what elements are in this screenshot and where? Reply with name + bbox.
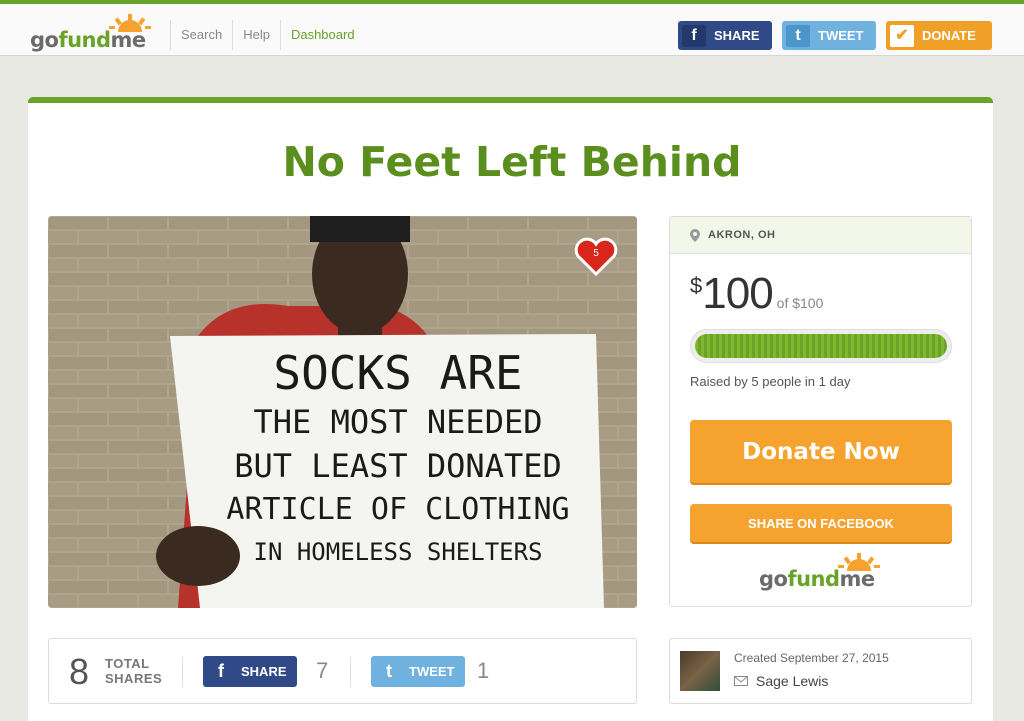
total-shares-count: 8 — [69, 651, 90, 692]
amount-raised: $ 100 of $100 — [690, 269, 823, 319]
logo-me: me — [110, 28, 147, 52]
header-share-label: SHARE — [714, 28, 760, 43]
donate-now-button[interactable]: Donate Now — [690, 420, 952, 483]
top-bar: gofundme Search Help Dashboard f SHARE t… — [0, 0, 1024, 56]
location-bar: AKRON, OH — [670, 217, 971, 254]
sign-line-2: THE MOST NEEDED — [253, 403, 543, 441]
header-tweet-button[interactable]: t TWEET — [782, 21, 876, 50]
tweet-label: TWEET — [409, 664, 455, 679]
sign-line-4: ARTICLE OF CLOTHING — [226, 492, 570, 527]
header-donate-label: DONATE — [922, 28, 976, 43]
share-on-facebook-button[interactable]: SHARE ON FACEBOOK — [690, 504, 952, 542]
twitter-icon: t — [786, 24, 810, 47]
map-pin-icon — [690, 228, 700, 242]
gofundme-logo[interactable]: gofundme — [30, 14, 156, 52]
share-stats: 8 TOTAL SHARES f SHARE 7 t TWEET 1 — [48, 638, 637, 704]
progress-bar — [690, 329, 952, 363]
facebook-icon: f — [682, 24, 706, 47]
header-donate-button[interactable]: ✔ DONATE — [886, 21, 992, 50]
facebook-share-button[interactable]: f SHARE — [203, 656, 297, 687]
avatar[interactable] — [680, 651, 720, 691]
checkmark-icon: ✔ — [890, 24, 914, 47]
logo-fund: fund — [787, 567, 840, 591]
nav-help[interactable]: Help — [232, 20, 280, 50]
creator-name-row[interactable]: Sage Lewis — [734, 673, 828, 689]
main-nav: Search Help Dashboard — [170, 20, 365, 50]
divider — [350, 657, 351, 687]
nav-dashboard[interactable]: Dashboard — [279, 20, 365, 50]
goal-amount: of $100 — [776, 295, 824, 311]
creator-info: Created September 27, 2015 Sage Lewis — [669, 638, 972, 704]
header-facebook-share-button[interactable]: f SHARE — [678, 21, 772, 50]
logo-go: go — [30, 28, 59, 52]
hero-sign-text: SOCKS ARE THE MOST NEEDED BUT LEAST DONA… — [198, 346, 598, 572]
currency-symbol: $ — [690, 273, 703, 298]
progress-fill — [695, 334, 947, 358]
total-label-line1: TOTAL — [105, 656, 150, 671]
logo-go: go — [759, 567, 788, 591]
heart-count: 5 — [593, 248, 599, 259]
campaign-hero-image[interactable]: SOCKS ARE THE MOST NEEDED BUT LEAST DONA… — [48, 216, 637, 608]
twitter-icon: t — [386, 661, 392, 681]
tweet-button[interactable]: t TWEET — [371, 656, 465, 687]
sidebar-logo-wordmark: gofundme — [759, 567, 875, 591]
sidebar-gofundme-logo: gofundme — [759, 553, 885, 591]
created-date: Created September 27, 2015 — [734, 651, 889, 665]
envelope-icon — [734, 676, 748, 686]
logo-fund: fund — [58, 28, 111, 52]
facebook-share-label: SHARE — [241, 664, 287, 679]
raised-by-text: Raised by 5 people in 1 day — [690, 374, 851, 389]
facebook-icon: f — [218, 661, 224, 681]
location-text: AKRON, OH — [708, 229, 776, 241]
total-shares-label: TOTAL SHARES — [105, 656, 175, 686]
logo-wordmark: gofundme — [30, 28, 146, 52]
sign-line-1: SOCKS ARE — [273, 346, 523, 400]
creator-name: Sage Lewis — [756, 673, 829, 689]
sign-line-5: IN HOMELESS SHELTERS — [253, 538, 543, 566]
donation-sidebar: AKRON, OH $ 100 of $100 Raised by 5 peop… — [669, 216, 972, 607]
nav-search[interactable]: Search — [170, 20, 232, 50]
tweet-count: 1 — [477, 658, 490, 683]
facebook-share-count: 7 — [316, 658, 329, 683]
raised-amount: 100 — [702, 269, 773, 318]
logo-me: me — [839, 567, 876, 591]
campaign-title: No Feet Left Behind — [282, 138, 742, 186]
divider — [182, 657, 183, 687]
header-tweet-label: TWEET — [818, 28, 864, 43]
sign-line-3: BUT LEAST DONATED — [234, 447, 562, 485]
total-label-line2: SHARES — [105, 671, 163, 686]
